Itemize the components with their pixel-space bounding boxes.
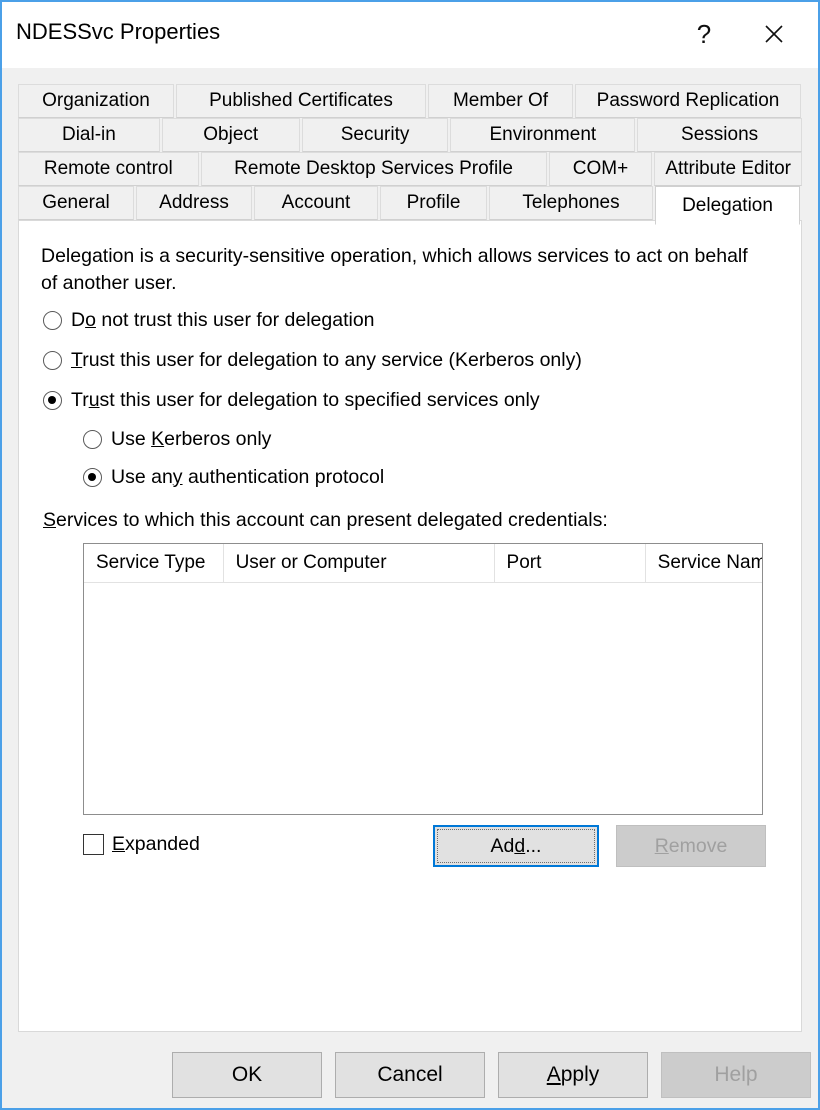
tab-label: Security xyxy=(340,124,410,145)
radio-any-authentication-protocol[interactable]: Use any authentication protocol xyxy=(83,466,384,489)
column-header-service-type[interactable]: Service Type xyxy=(84,544,224,582)
ok-button[interactable]: OK xyxy=(172,1052,322,1098)
delegation-description: Delegation is a security-sensitive opera… xyxy=(41,245,748,294)
expanded-checkbox[interactable]: Expanded xyxy=(83,833,200,856)
close-icon xyxy=(765,25,783,43)
radio-indicator xyxy=(43,391,62,410)
help-button: Help xyxy=(661,1052,811,1098)
accelerator-char: o xyxy=(85,309,96,331)
tab-label: Remote control xyxy=(43,158,173,179)
tab-telephones[interactable]: Telephones xyxy=(489,186,653,220)
delegation-tab-panel: Delegation is a security-sensitive opera… xyxy=(18,220,802,1032)
tab-label: General xyxy=(42,192,110,213)
title-help-button[interactable]: ? xyxy=(674,2,734,66)
radio-kerberos-only[interactable]: Use Kerberos only xyxy=(83,428,271,451)
tab-dial-in[interactable]: Dial-in xyxy=(18,118,160,152)
tab-row-3: Remote control Remote Desktop Services Pr… xyxy=(18,152,802,186)
radio-any-service[interactable]: Trust this user for delegation to any se… xyxy=(43,349,582,372)
accelerator-char: K xyxy=(151,428,165,450)
tab-label: Organization xyxy=(42,90,150,111)
radio-indicator xyxy=(83,430,102,449)
radio-kerberos-only-label: Use Kerberos only xyxy=(111,428,272,450)
add-button-label: Ad d... xyxy=(437,829,595,863)
checkbox-indicator xyxy=(83,834,104,855)
tab-label: Telephones xyxy=(522,192,620,213)
tab-label: Attribute Editor xyxy=(665,158,791,179)
tab-password-replication[interactable]: Password Replication xyxy=(575,84,801,118)
tab-label: Environment xyxy=(489,124,597,145)
expanded-checkbox-label: Expanded xyxy=(112,833,200,855)
tab-row-1: Organization Published Certificates Member… xyxy=(18,84,802,118)
tab-label: Password Replication xyxy=(596,90,780,111)
tab-com[interactable]: COM+ xyxy=(548,152,653,186)
radio-no-delegation-label: Do not trust this user for delegation xyxy=(71,309,375,331)
tab-organization[interactable]: Organization xyxy=(18,84,174,118)
tab-address[interactable]: Address xyxy=(136,186,252,220)
tab-remote-desktop-services-profile[interactable]: Remote Desktop Services Profile xyxy=(200,152,547,186)
radio-specified-services-label: Trust this user for delegation to specif… xyxy=(71,389,540,411)
accelerator-char: E xyxy=(112,833,126,855)
tab-attribute-editor[interactable]: Attribute Editor xyxy=(654,152,802,186)
tab-label: Dial-in xyxy=(61,124,116,145)
tab-label: Sessions xyxy=(681,124,759,145)
tab-security[interactable]: Security xyxy=(301,118,449,152)
radio-any-service-label: Trust this user for delegation to any se… xyxy=(71,349,582,371)
window-title: NDESSvc Properties xyxy=(16,19,221,44)
question-mark-icon: ? xyxy=(696,19,712,49)
tab-account[interactable]: Account xyxy=(254,186,378,220)
radio-no-delegation[interactable]: Do not trust this user for delegation xyxy=(43,309,375,332)
accelerator-char: T xyxy=(71,349,83,371)
tab-remote-control[interactable]: Remote control xyxy=(18,152,199,186)
title-bar: NDESSvc Properties ? xyxy=(2,2,818,68)
radio-indicator xyxy=(43,311,62,330)
accelerator-char: S xyxy=(43,509,57,531)
services-list-label: Services to which this account can prese… xyxy=(43,509,608,531)
column-header-user-or-computer[interactable]: User or Computer xyxy=(223,544,495,582)
column-header-port[interactable]: Port xyxy=(494,544,646,582)
remove-button-label: Remove xyxy=(654,834,728,857)
tab-label: Account xyxy=(281,192,351,213)
tab-row-2: Dial-in Object Security Environment Sessions xyxy=(18,118,802,152)
accelerator-char: A xyxy=(546,1063,561,1086)
tab-label: Profile xyxy=(406,192,461,213)
tab-general[interactable]: General xyxy=(18,186,134,220)
accelerator-char: y xyxy=(172,466,183,488)
services-list-body[interactable] xyxy=(84,583,762,814)
accelerator-char: R xyxy=(654,834,669,857)
tab-label: Member Of xyxy=(452,90,549,111)
cancel-button[interactable]: Cancel xyxy=(335,1052,485,1098)
column-header-service-name[interactable]: Service Name xyxy=(645,544,762,582)
accelerator-char: d xyxy=(514,834,526,857)
tab-strip: Organization Published Certificates Member… xyxy=(2,68,818,225)
tab-object[interactable]: Object xyxy=(161,118,300,152)
tab-published-certificates[interactable]: Published Certificates xyxy=(176,84,426,118)
radio-any-authentication-protocol-label: Use any authentication protocol xyxy=(111,466,385,488)
remove-button: Remove xyxy=(616,825,766,867)
add-button[interactable]: Ad d... xyxy=(433,825,599,867)
tab-label: COM+ xyxy=(572,158,629,179)
tab-label: Delegation xyxy=(682,194,773,216)
radio-specified-services[interactable]: Trust this user for delegation to specif… xyxy=(43,389,540,412)
tab-environment[interactable]: Environment xyxy=(450,118,636,152)
tab-sessions[interactable]: Sessions xyxy=(637,118,802,152)
close-button[interactable] xyxy=(744,2,804,66)
tab-profile[interactable]: Profile xyxy=(380,186,487,220)
services-list-view[interactable]: Service Type User or Computer Port Servi… xyxy=(83,543,763,815)
tab-delegation[interactable]: Delegation xyxy=(655,186,800,225)
tab-label: Published Certificates xyxy=(209,90,393,111)
accelerator-char: u xyxy=(88,389,100,411)
properties-dialog: NDESSvc Properties ? Organization Publish… xyxy=(0,0,820,1110)
apply-button[interactable]: Apply xyxy=(498,1052,648,1098)
radio-indicator xyxy=(43,351,62,370)
tab-member-of[interactable]: Member Of xyxy=(428,84,573,118)
tab-label: Address xyxy=(159,192,229,213)
tab-label: Object xyxy=(203,124,259,145)
radio-indicator xyxy=(83,468,102,487)
tab-label: Remote Desktop Services Profile xyxy=(234,158,513,179)
services-list-header: Service Type User or Computer Port Servi… xyxy=(84,544,762,583)
